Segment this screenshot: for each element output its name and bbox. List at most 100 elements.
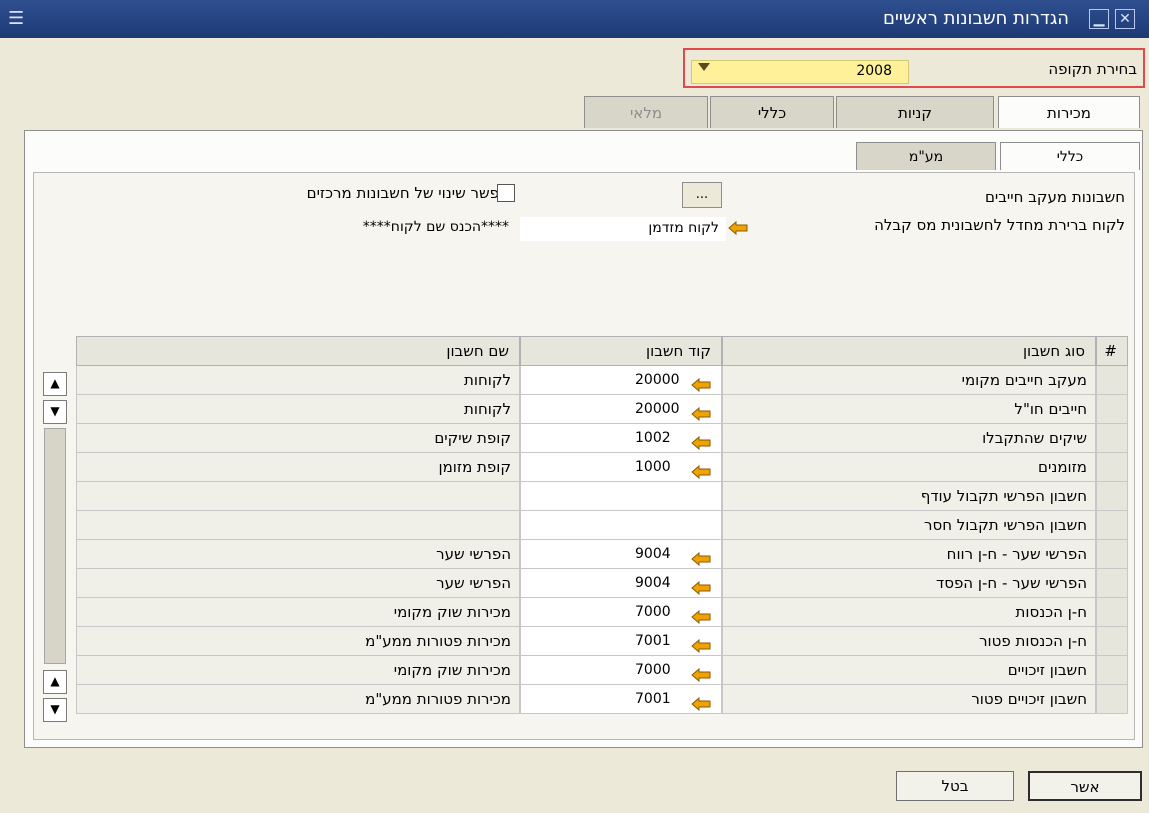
row-selector[interactable]	[1096, 511, 1128, 540]
account-type-cell: מעקב חייבים מקומי	[722, 366, 1096, 395]
row-selector[interactable]	[1096, 598, 1128, 627]
scroll-track[interactable]	[44, 428, 66, 664]
account-code-cell[interactable]	[520, 511, 722, 540]
account-type-cell: חשבון זיכויים	[722, 656, 1096, 685]
subtab-general[interactable]: כללי	[1000, 142, 1140, 170]
link-arrow-icon[interactable]	[691, 373, 711, 393]
account-name-cell: מכירות שוק מקומי	[76, 598, 520, 627]
account-code-value: 9004	[635, 575, 671, 591]
column-header-account-name[interactable]: שם חשבון	[76, 336, 520, 366]
row-selector[interactable]	[1096, 366, 1128, 395]
subtab-vat[interactable]: מע"מ	[856, 142, 996, 170]
account-type-cell: חשבון הפרשי תקבול עודף	[722, 482, 1096, 511]
checkbox-label: אפשר שינוי של חשבונות מרכזים	[306, 184, 509, 202]
table-row: חשבון הפרשי תקבול עודף	[76, 482, 1128, 511]
row-selector[interactable]	[1096, 685, 1128, 714]
column-header-account-code[interactable]: קוד חשבון	[520, 336, 722, 366]
account-name-cell: לקוחות	[76, 395, 520, 424]
table-row: חשבון זיכויים פטור 7001 מכירות פטורות ממ…	[76, 685, 1128, 714]
account-code-cell[interactable]: 7001	[520, 627, 722, 656]
account-name-cell: הפרשי שער	[76, 540, 520, 569]
debtor-accounts-button[interactable]: ...	[682, 182, 722, 208]
dropdown-arrow-icon[interactable]	[698, 63, 710, 71]
account-code-cell[interactable]: 20000	[520, 395, 722, 424]
default-customer-value: לקוח מזדמן	[648, 220, 719, 236]
table-row: הפרשי שער - ח-ן רווח 9004 הפרשי שער	[76, 540, 1128, 569]
link-arrow-icon[interactable]	[691, 605, 711, 625]
account-code-cell[interactable]: 7000	[520, 656, 722, 685]
account-name-cell	[76, 511, 520, 540]
account-code-value: 7001	[635, 691, 671, 707]
customer-placeholder-text: ****הכנס שם לקוח****	[362, 219, 509, 235]
link-arrow-icon[interactable]	[691, 663, 711, 683]
row-selector[interactable]	[1096, 482, 1128, 511]
table-row: חשבון זיכויים 7000 מכירות שוק מקומי	[76, 656, 1128, 685]
link-arrow-icon[interactable]	[691, 547, 711, 567]
allow-change-checkbox[interactable]	[497, 184, 515, 202]
link-arrow-icon[interactable]	[691, 634, 711, 654]
ok-button[interactable]: אשר	[1028, 771, 1142, 801]
table-row: ח-ן הכנסות פטור 7001 מכירות פטורות ממע"מ	[76, 627, 1128, 656]
account-code-cell[interactable]: 9004	[520, 569, 722, 598]
account-type-cell: הפרשי שער - ח-ן הפסד	[722, 569, 1096, 598]
row-selector[interactable]	[1096, 395, 1128, 424]
minimize-icon[interactable]: ▁	[1089, 9, 1109, 29]
scroll-up-icon[interactable]: ▲	[43, 670, 67, 694]
period-label: בחירת תקופה	[1048, 60, 1137, 78]
cancel-button[interactable]: בטל	[896, 771, 1014, 801]
window-menu-icon[interactable]: ☰	[8, 8, 34, 30]
tab-sales[interactable]: מכירות	[998, 96, 1140, 128]
link-arrow-icon[interactable]	[691, 460, 711, 480]
scroll-down-icon[interactable]: ▼	[43, 698, 67, 722]
customer-link-arrow-icon[interactable]	[728, 220, 748, 236]
account-type-cell: מזומנים	[722, 453, 1096, 482]
tab-inventory[interactable]: מלאי	[584, 96, 708, 128]
table-row: חשבון הפרשי תקבול חסר	[76, 511, 1128, 540]
column-header-number[interactable]: #	[1096, 336, 1128, 366]
account-code-cell[interactable]: 9004	[520, 540, 722, 569]
link-arrow-icon[interactable]	[691, 402, 711, 422]
link-arrow-icon[interactable]	[691, 431, 711, 451]
account-code-cell[interactable]	[520, 482, 722, 511]
period-selector: בחירת תקופה 2008	[683, 48, 1145, 88]
table-row: חייבים חו"ל 20000 לקוחות	[76, 395, 1128, 424]
table-row: שיקים שהתקבלו 1002 קופת שיקים	[76, 424, 1128, 453]
accounts-grid: # סוג חשבון קוד חשבון שם חשבון מעקב חייב…	[76, 336, 1128, 728]
account-code-cell[interactable]: 7000	[520, 598, 722, 627]
scroll-up-icon[interactable]: ▲	[43, 372, 67, 396]
account-code-value: 1002	[635, 430, 671, 446]
account-code-cell[interactable]: 20000	[520, 366, 722, 395]
account-name-cell: לקוחות	[76, 366, 520, 395]
row-selector[interactable]	[1096, 569, 1128, 598]
link-arrow-icon[interactable]	[691, 576, 711, 596]
window-title: הגדרות חשבונות ראשיים	[882, 8, 1069, 29]
account-name-cell: קופת מזומן	[76, 453, 520, 482]
account-type-cell: חייבים חו"ל	[722, 395, 1096, 424]
row-selector[interactable]	[1096, 453, 1128, 482]
row-selector[interactable]	[1096, 627, 1128, 656]
row-selector[interactable]	[1096, 424, 1128, 453]
account-code-value: 7001	[635, 633, 671, 649]
account-code-cell[interactable]: 1000	[520, 453, 722, 482]
tab-general[interactable]: כללי	[710, 96, 834, 128]
period-dropdown[interactable]: 2008	[691, 60, 909, 84]
account-name-cell: מכירות פטורות ממע"מ	[76, 627, 520, 656]
row-selector[interactable]	[1096, 656, 1128, 685]
scroll-down-icon[interactable]: ▼	[43, 400, 67, 424]
account-code-value: 9004	[635, 546, 671, 562]
account-name-cell: מכירות שוק מקומי	[76, 656, 520, 685]
row-selector[interactable]	[1096, 540, 1128, 569]
table-row: מזומנים 1000 קופת מזומן	[76, 453, 1128, 482]
close-icon[interactable]: ✕	[1115, 9, 1135, 29]
account-code-cell[interactable]: 7001	[520, 685, 722, 714]
tab-purchasing[interactable]: קניות	[836, 96, 994, 128]
vertical-scrollbar[interactable]: ▲ ▼ ▲ ▼	[43, 370, 67, 726]
link-arrow-icon[interactable]	[691, 692, 711, 712]
default-customer-field[interactable]: לקוח מזדמן	[520, 217, 726, 241]
account-name-cell: הפרשי שער	[76, 569, 520, 598]
column-header-account-type[interactable]: סוג חשבון	[722, 336, 1096, 366]
account-name-cell: מכירות פטורות ממע"מ	[76, 685, 520, 714]
account-code-value: 20000	[635, 372, 680, 388]
default-customer-label: לקוח ברירת מחדל לחשבונית מס קבלה	[874, 216, 1125, 234]
account-code-cell[interactable]: 1002	[520, 424, 722, 453]
